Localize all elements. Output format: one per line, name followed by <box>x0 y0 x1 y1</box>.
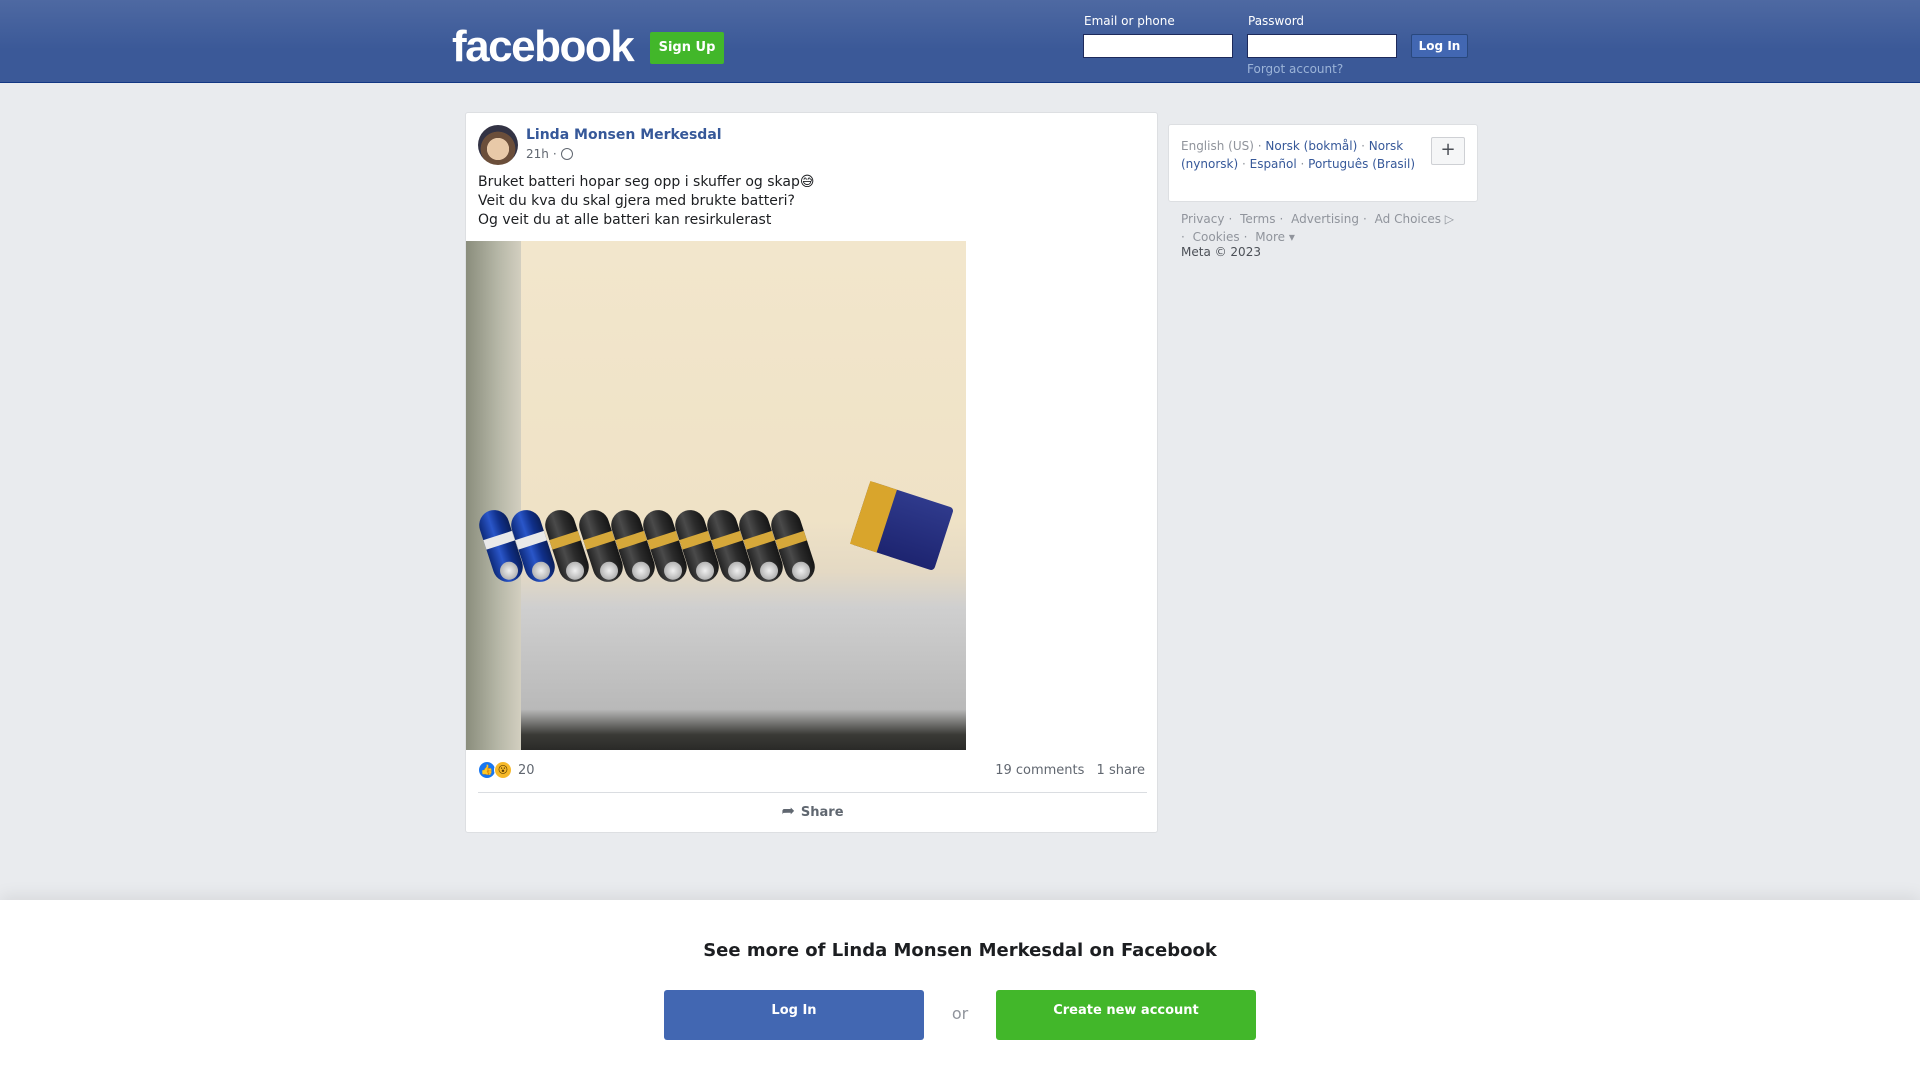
engagement-counts: 19 comments 1 share <box>995 763 1145 778</box>
reactions-summary[interactable]: 👍 😮 20 <box>478 761 535 779</box>
share-icon: ➦ <box>781 801 795 820</box>
password-input[interactable] <box>1247 34 1397 58</box>
post-photo-batteries[interactable] <box>466 241 966 750</box>
login-prompt-banner: See more of Linda Monsen Merkesdal on Fa… <box>0 900 1920 1080</box>
banner-log-in-button[interactable]: Log In <box>664 990 924 1040</box>
language-link[interactable]: Norsk (bokmål) <box>1265 139 1357 153</box>
create-account-button[interactable]: Create new account <box>996 990 1256 1040</box>
post-text-line: Bruket batteri hopar seg opp i skuffer o… <box>478 174 815 190</box>
action-divider <box>478 792 1147 793</box>
share-button[interactable]: ➦ Share <box>466 801 1159 820</box>
post-card: Linda Monsen Merkesdal 21h · Bruket batt… <box>465 112 1158 833</box>
email-label: Email or phone <box>1084 14 1175 28</box>
password-label: Password <box>1248 14 1305 28</box>
copyright: Meta © 2023 <box>1181 245 1261 259</box>
post-text-line: Veit du kva du skal gjera med brukte bat… <box>478 193 795 209</box>
share-label: Share <box>800 805 844 820</box>
nine-volt-battery-shape <box>849 481 955 571</box>
wow-reaction-icon: 😮 <box>494 761 512 779</box>
log-in-button[interactable]: Log In <box>1411 34 1468 58</box>
reaction-count: 20 <box>518 762 535 778</box>
author-avatar[interactable] <box>478 125 518 165</box>
shares-count[interactable]: 1 share <box>1097 763 1145 778</box>
post-text-line: Og veit du at alle batteri kan resirkule… <box>478 212 772 228</box>
add-language-button[interactable]: + <box>1431 137 1465 165</box>
email-input[interactable] <box>1083 34 1233 58</box>
footer-link-privacy[interactable]: Privacy <box>1181 212 1224 226</box>
comments-count[interactable]: 19 comments <box>995 763 1084 778</box>
banner-or-label: or <box>951 1004 969 1023</box>
language-selector: English (US) · Norsk (bokmål) · Norsk (n… <box>1168 124 1478 202</box>
footer-link-terms[interactable]: Terms <box>1240 212 1275 226</box>
post-meta: 21h · <box>526 147 573 161</box>
language-link[interactable]: Español <box>1250 157 1297 171</box>
ad-choices-icon: ▷ <box>1440 212 1455 226</box>
facebook-logo[interactable]: facebook <box>452 20 635 74</box>
author-name[interactable]: Linda Monsen Merkesdal <box>526 127 722 143</box>
globe-icon <box>560 148 573 160</box>
post-time[interactable]: 21h <box>526 147 549 161</box>
language-list: English (US) · Norsk (bokmål) · Norsk (n… <box>1181 139 1416 171</box>
footer-links: Privacy · Terms · Advertising · Ad Choices … <box>1181 212 1455 244</box>
top-bar: facebook Sign Up Email or phone Password… <box>0 0 1920 83</box>
meta-separator: · <box>552 147 557 161</box>
footer-link-ad-choices[interactable]: Ad Choices <box>1375 212 1441 226</box>
sign-up-button[interactable]: Sign Up <box>650 32 724 64</box>
photo-wall-edge <box>466 241 521 750</box>
caret-down-icon: ▾ <box>1285 230 1295 244</box>
forgot-account-link[interactable]: Forgot account? <box>1247 62 1343 76</box>
footer-link-cookies[interactable]: Cookies <box>1193 230 1240 244</box>
banner-title: See more of Linda Monsen Merkesdal on Fa… <box>703 940 1217 961</box>
language-current: English (US) <box>1181 139 1254 153</box>
language-link[interactable]: Português (Brasil) <box>1308 157 1415 171</box>
footer-link-advertising[interactable]: Advertising <box>1291 212 1359 226</box>
footer-link-more[interactable]: More <box>1255 230 1285 244</box>
post-text: Bruket batteri hopar seg opp i skuffer o… <box>478 173 1148 230</box>
